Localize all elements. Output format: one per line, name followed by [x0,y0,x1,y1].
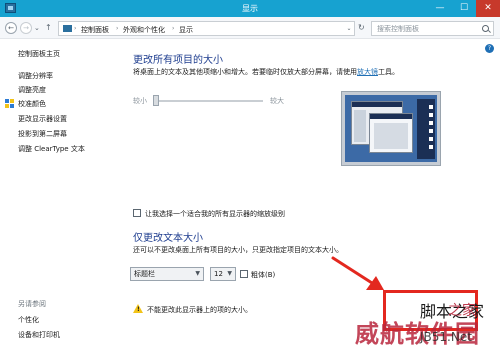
text-size-section-description: 还可以不更改桌面上所有项目的大小，只更改指定项目的文本大小。 [133,246,343,254]
display-preview-image [342,92,440,165]
preview-tile [429,113,433,117]
bold-checkbox[interactable] [240,270,248,278]
chevron-down-icon: ▼ [227,270,232,277]
breadcrumb-separator-icon[interactable]: › [116,25,118,32]
element-select-value: 标题栏 [134,270,155,278]
warning-message: 不能更改此显示器上的项的大小。 [147,306,252,314]
left-task-pane: 控制面板主页 调整分辨率 调整亮度 校准颜色 更改显示器设置 投影到第二屏幕 调… [0,39,112,349]
text-size-section-heading: 仅更改文本大小 [133,233,203,244]
size-slider-track[interactable] [153,100,263,102]
sidebar-item-adjust-brightness[interactable]: 调整亮度 [18,85,46,95]
breadcrumb-display[interactable]: 显示 [179,25,193,35]
sidebar-item-project-second-screen[interactable]: 投影到第二屏幕 [18,129,67,139]
magnifier-link[interactable]: 放大镜 [357,68,378,76]
back-arrow-icon[interactable]: ← [5,22,17,34]
address-bar: ← → ⌄ ↑ › 控制面板 › 外观和个性化 › 显示 ⌄ ↻ [0,17,500,39]
preview-tile [429,121,433,125]
uac-shield-icon [5,99,14,108]
preview-tile [429,145,433,149]
control-panel-icon [63,25,72,32]
per-display-scaling-checkbox[interactable] [133,209,141,217]
bold-checkbox-label[interactable]: 粗体(B) [251,270,275,280]
see-also-personalization-link[interactable]: 个性化 [18,315,39,325]
size-section-description: 将桌面上的文本及其他项缩小和增大。若要临时仅放大部分屏幕，请使用放大镜工具。 [133,67,399,77]
chevron-down-icon: ▼ [195,270,200,277]
breadcrumb-appearance[interactable]: 外观和个性化 [123,25,165,35]
see-also-devices-printers-link[interactable]: 设备和打印机 [18,330,60,340]
sidebar-item-change-display-settings[interactable]: 更改显示器设置 [18,114,67,124]
breadcrumb-separator-icon[interactable]: › [74,25,76,32]
sidebar-item-adjust-cleartype[interactable]: 调整 ClearType 文本 [18,144,85,154]
preview-tile [429,129,433,133]
preview-tile [429,105,433,109]
breadcrumb-control-panel[interactable]: 控制面板 [81,25,109,35]
slider-max-label: 较大 [270,97,284,105]
sidebar-item-adjust-resolution[interactable]: 调整分辨率 [18,71,53,81]
watermark-url-text: JB51.Net [420,330,472,344]
breadcrumb-separator-icon[interactable]: › [172,25,174,32]
preview-window-front [369,113,413,153]
help-icon[interactable]: ? [485,44,494,53]
sidebar-item-calibrate-color[interactable]: 校准颜色 [18,99,46,109]
element-select[interactable]: 标题栏 ▼ [130,267,204,281]
search-box[interactable] [371,21,494,36]
font-size-select-value: 12 [214,270,223,278]
warning-icon: ! [133,304,143,313]
forward-arrow-icon[interactable]: → [20,22,32,34]
slider-min-label: 较小 [133,97,147,105]
address-dropdown-chevron-icon[interactable]: ⌄ [344,21,355,36]
title-bar: 显示 — ☐ ✕ [0,0,500,17]
breadcrumb[interactable]: › 控制面板 › 外观和个性化 › 显示 [58,21,345,36]
refresh-icon[interactable]: ↻ [358,23,365,32]
close-button[interactable]: ✕ [476,0,500,17]
size-slider-thumb[interactable] [153,95,159,106]
control-panel-home-link[interactable]: 控制面板主页 [18,49,60,59]
search-input[interactable] [377,24,477,34]
search-icon[interactable] [482,25,489,32]
maximize-button[interactable]: ☐ [452,0,476,17]
size-description-suffix: 工具。 [378,68,399,76]
per-display-scaling-label[interactable]: 让我选择一个适合我的所有显示器的缩放级别 [145,209,285,219]
size-section-heading: 更改所有项目的大小 [133,55,223,66]
minimize-button[interactable]: — [428,0,452,17]
up-arrow-icon[interactable]: ↑ [45,22,52,34]
size-description-text: 将桌面上的文本及其他项缩小和增大。若要临时仅放大部分屏幕，请使用 [133,68,357,76]
recent-locations-chevron-icon[interactable]: ⌄ [34,22,40,34]
font-size-select[interactable]: 12 ▼ [210,267,236,281]
window-title: 显示 [242,4,258,13]
preview-tile [429,137,433,141]
see-also-heading: 另请参阅 [18,300,46,308]
